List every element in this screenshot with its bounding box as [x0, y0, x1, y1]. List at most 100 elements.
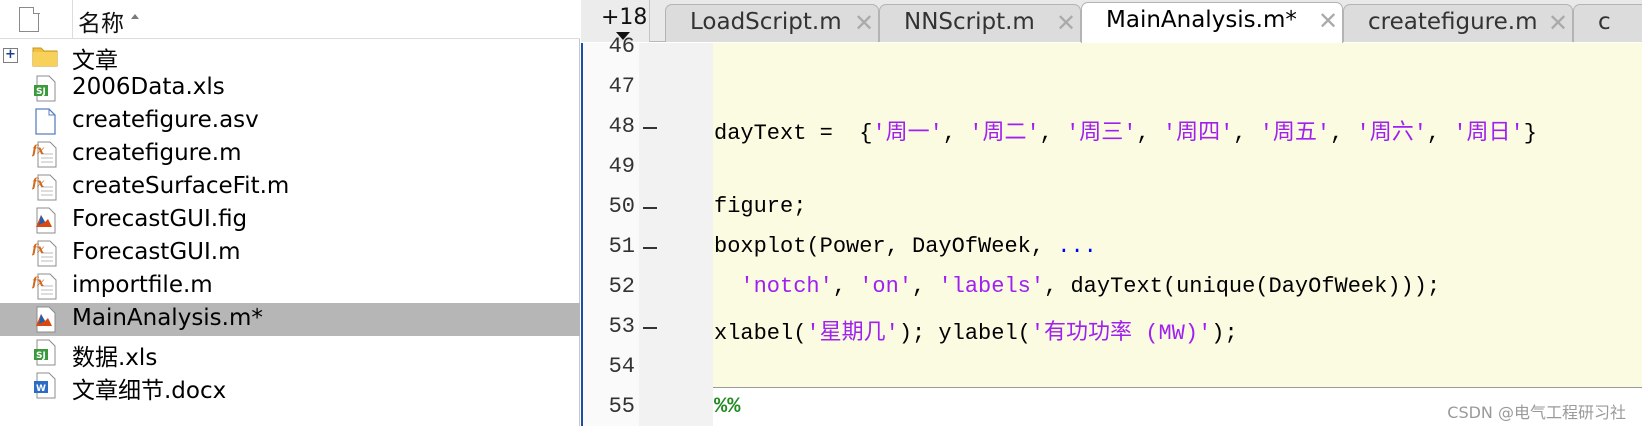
file-name: createfigure.asv	[72, 107, 259, 133]
code-line-53[interactable]: xlabel('星期几'); ylabel('有功功率 (MW)');	[714, 314, 1238, 346]
matlab-function-icon: fx	[32, 141, 57, 168]
matlab-figure-icon	[36, 207, 56, 234]
editor-panel: +18 LoadScript.m ✕ NNScript.m ✕ MainAnal…	[581, 0, 1642, 426]
code-text: ); ylabel(	[898, 321, 1031, 346]
file-row-forecastgui-fig[interactable]: ForecastGUI.fig	[0, 204, 580, 237]
string-literal: '星期几'	[806, 321, 899, 346]
line-number: 50	[608, 194, 635, 219]
breakpoint-marker[interactable]	[643, 247, 657, 249]
matlab-function-icon: fx	[32, 273, 57, 300]
file-name: 数据.xls	[72, 345, 158, 371]
code-folding-strip	[639, 43, 713, 426]
tab-mainanalysis[interactable]: MainAnalysis.m* ✕	[1081, 2, 1343, 43]
close-icon[interactable]: ✕	[1548, 9, 1568, 37]
line-number: 46	[608, 34, 635, 59]
file-name: ForecastGUI.fig	[72, 206, 248, 232]
code-line-48[interactable]: dayText = {'周一', '周二', '周三', '周四', '周五',…	[714, 114, 1537, 146]
code-text: , dayText(unique(DayOfWeek)));	[1044, 274, 1441, 299]
code-text: figure;	[714, 194, 807, 219]
file-list: + 文章 SJ 2006Data.xls createfigure.asv fx…	[0, 39, 580, 404]
file-name: createSurfaceFit.m	[72, 173, 290, 199]
file-row-createfigure-m[interactable]: fx createfigure.m	[0, 138, 580, 171]
line-number: 54	[608, 354, 635, 379]
tab-createfigure[interactable]: createfigure.m ✕	[1343, 4, 1573, 42]
tab-label: MainAnalysis.m*	[1106, 7, 1297, 33]
matlab-script-icon	[36, 306, 56, 333]
svg-text:SJ: SJ	[36, 351, 46, 361]
svg-text:fx: fx	[32, 275, 45, 289]
generic-file-icon	[35, 108, 56, 135]
file-row-forecastgui-m[interactable]: fx ForecastGUI.m	[0, 237, 580, 270]
file-row-createfigure-asv[interactable]: createfigure.asv	[0, 105, 580, 138]
document-icon	[19, 6, 40, 32]
line-number: 49	[608, 154, 635, 179]
file-row-mainanalysis-m[interactable]: MainAnalysis.m*	[0, 303, 580, 336]
type-column-header[interactable]	[0, 0, 73, 38]
cell-divider	[713, 387, 1642, 388]
svg-text:fx: fx	[32, 176, 45, 190]
string-literal: '周六'	[1356, 121, 1427, 146]
code-line-50[interactable]: figure;	[714, 194, 806, 219]
code-text: );	[1211, 321, 1238, 346]
breakpoint-marker[interactable]	[643, 327, 657, 329]
sort-ascending-icon	[131, 14, 139, 19]
line-number: 48	[608, 114, 635, 139]
file-name: 2006Data.xls	[72, 74, 225, 100]
excel-file-icon: SJ	[34, 75, 56, 102]
code-text: xlabel(	[714, 321, 807, 346]
file-name: 文章	[72, 48, 118, 74]
tab-truncated[interactable]: c	[1573, 4, 1642, 42]
svg-text:W: W	[36, 384, 46, 394]
string-literal: '周日'	[1453, 121, 1524, 146]
tab-loadscript[interactable]: LoadScript.m ✕	[665, 4, 879, 42]
code-line-52[interactable]: 'notch', 'on', 'labels', dayText(unique(…	[714, 274, 1440, 299]
file-name: importfile.m	[72, 272, 213, 298]
string-literal: '周二'	[969, 121, 1040, 146]
continuation-ellipsis: ...	[1057, 234, 1097, 259]
line-number: 55	[608, 394, 635, 419]
svg-text:SJ: SJ	[36, 87, 46, 97]
folder-icon	[32, 47, 58, 67]
tab-label: LoadScript.m	[690, 9, 842, 35]
string-literal: 'labels'	[938, 274, 1045, 299]
tab-label: createfigure.m	[1368, 9, 1538, 35]
matlab-function-icon: fx	[32, 174, 57, 201]
code-line-55[interactable]: %%	[714, 394, 740, 419]
word-file-icon: W	[34, 372, 56, 399]
close-icon[interactable]: ✕	[1318, 7, 1338, 35]
file-row-importfile-m[interactable]: fx importfile.m	[0, 270, 580, 303]
line-number: 51	[608, 234, 635, 259]
close-icon[interactable]: ✕	[854, 9, 874, 37]
matlab-function-icon: fx	[32, 240, 57, 267]
file-row-createsurfacefit-m[interactable]: fx createSurfaceFit.m	[0, 171, 580, 204]
file-row-2006data-xls[interactable]: SJ 2006Data.xls	[0, 72, 580, 105]
tab-nnscript[interactable]: NNScript.m ✕	[879, 4, 1081, 42]
line-number: 52	[608, 274, 635, 299]
tab-label: NNScript.m	[904, 9, 1035, 35]
tab-label: c	[1598, 9, 1611, 35]
file-name: MainAnalysis.m*	[72, 305, 263, 331]
code-text: boxplot(Power, DayOfWeek,	[714, 234, 1058, 259]
code-text: {	[859, 121, 873, 146]
breakpoint-marker[interactable]	[643, 127, 657, 129]
code-text: dayText =	[714, 121, 847, 146]
string-literal: 'notch'	[740, 274, 833, 299]
cell-break-marker: %%	[714, 394, 741, 419]
string-literal: '周四'	[1162, 121, 1234, 146]
name-column-header[interactable]: 名称	[78, 4, 124, 38]
file-row-shuju-xls[interactable]: SJ 数据.xls	[0, 336, 580, 371]
file-row-folder-wenzhang[interactable]: + 文章	[0, 39, 580, 74]
string-literal: '周一'	[872, 121, 943, 146]
file-name: createfigure.m	[72, 140, 242, 166]
line-number: 47	[608, 74, 635, 99]
expand-icon[interactable]: +	[3, 48, 18, 63]
svg-text:fx: fx	[32, 242, 45, 256]
editor-tab-bar: +18 LoadScript.m ✕ NNScript.m ✕ MainAnal…	[581, 0, 1642, 43]
excel-file-icon: SJ	[34, 339, 56, 366]
string-literal: '周五'	[1259, 121, 1331, 146]
file-name: ForecastGUI.m	[72, 239, 241, 265]
file-row-wenzhangxijie-docx[interactable]: W 文章细节.docx	[0, 369, 580, 404]
close-icon[interactable]: ✕	[1056, 9, 1076, 37]
breakpoint-marker[interactable]	[643, 207, 657, 209]
code-line-51[interactable]: boxplot(Power, DayOfWeek, ...	[714, 234, 1097, 259]
